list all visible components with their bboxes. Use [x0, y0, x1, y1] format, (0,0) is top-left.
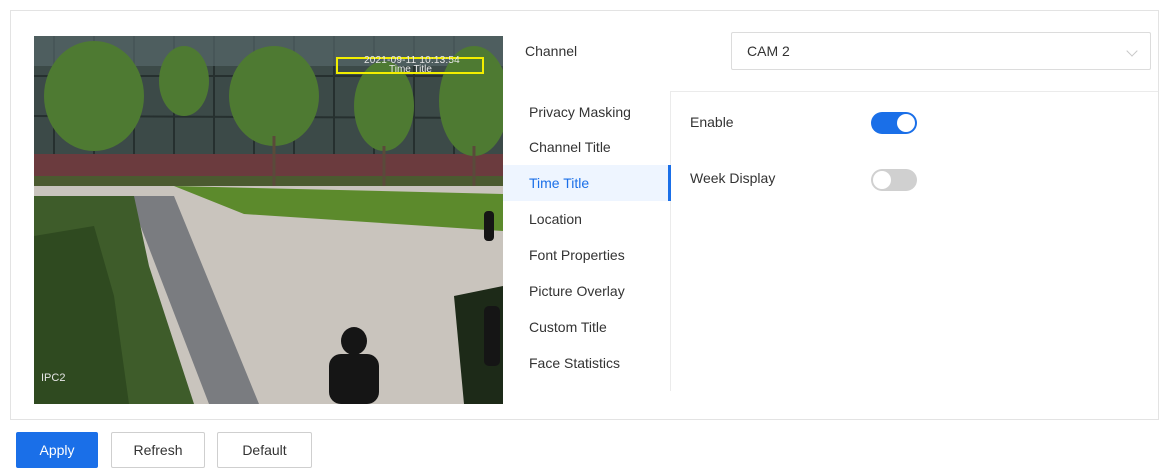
channel-label: Channel — [525, 43, 578, 59]
menu-item-font-properties[interactable]: Font Properties — [503, 237, 671, 273]
apply-button[interactable]: Apply — [16, 432, 98, 468]
chevron-down-icon — [1126, 45, 1138, 57]
video-preview[interactable]: 2021-09-11 10:13:54 Time Title IPC2 — [34, 36, 503, 404]
toggle-knob — [897, 114, 915, 132]
channel-select-value: CAM 2 — [747, 43, 790, 59]
overlay-menu: Privacy Masking Channel Title Time Title… — [503, 91, 671, 391]
week-display-toggle[interactable] — [871, 169, 917, 191]
channel-select[interactable]: CAM 2 — [731, 32, 1151, 70]
week-display-label: Week Display — [690, 170, 776, 186]
menu-item-channel-title[interactable]: Channel Title — [503, 129, 671, 165]
menu-item-privacy-masking[interactable]: Privacy Masking — [503, 94, 671, 130]
refresh-button[interactable]: Refresh — [111, 432, 205, 468]
menu-item-time-title[interactable]: Time Title — [503, 165, 671, 201]
enable-label: Enable — [690, 114, 734, 130]
menu-item-picture-overlay[interactable]: Picture Overlay — [503, 273, 671, 309]
enable-toggle[interactable] — [871, 112, 917, 134]
osd-channel-label: IPC2 — [41, 372, 66, 384]
menu-item-custom-title[interactable]: Custom Title — [503, 309, 671, 345]
camera-scene — [34, 36, 503, 404]
menu-item-location[interactable]: Location — [503, 201, 671, 237]
default-button[interactable]: Default — [217, 432, 312, 468]
divider — [671, 91, 1158, 92]
menu-item-face-statistics[interactable]: Face Statistics — [503, 345, 671, 381]
toggle-knob — [873, 171, 891, 189]
osd-title-text: Time Title — [389, 64, 432, 75]
